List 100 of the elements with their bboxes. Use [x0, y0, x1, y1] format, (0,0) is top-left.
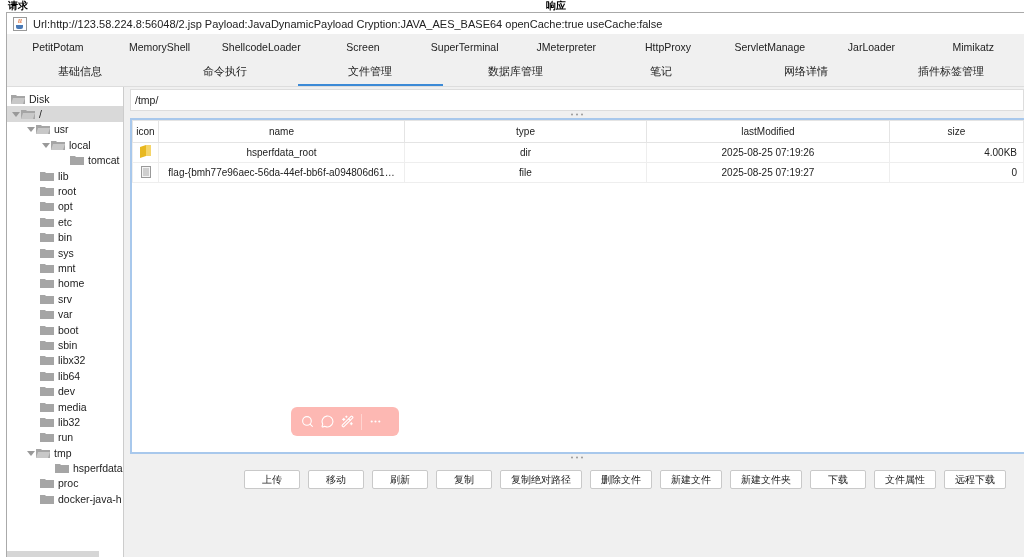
panel-heading: 请求: [8, 0, 28, 12]
column-header[interactable]: type: [404, 120, 647, 143]
table-cell: 4.00KB: [889, 142, 1024, 163]
tree-item[interactable]: root: [7, 183, 123, 199]
splitter-grip-icon[interactable]: [570, 456, 584, 459]
tree-item[interactable]: libx32: [7, 352, 123, 369]
folder-icon: [40, 370, 54, 381]
table-cell: hsperfdata_root: [158, 142, 405, 163]
folder-icon: [40, 216, 54, 227]
tree-item[interactable]: media: [7, 398, 123, 415]
window-title: Url:http://123.58.224.8:56048/2.jsp Payload:JavaDynamicPayload Cryption:JAVA_AES_BASE64 openCache:true useCache:false: [33, 17, 663, 30]
open-folder-icon: [36, 124, 50, 135]
scrollbar[interactable]: [7, 551, 99, 557]
tab[interactable]: 笔记: [588, 60, 734, 86]
table-cell: 2025-08-25 07:19:26: [646, 142, 890, 163]
tree-item[interactable]: lib: [7, 167, 123, 184]
magic-wand-icon[interactable]: [341, 415, 354, 428]
tree-item[interactable]: docker-java-h: [7, 491, 123, 507]
tree-item[interactable]: var: [7, 306, 123, 322]
plugin-tab[interactable]: JarLoader: [820, 38, 923, 56]
open-folder-icon: [21, 109, 35, 120]
tree-item[interactable]: etc: [7, 214, 123, 230]
folder-icon: [40, 416, 54, 427]
folder-icon: [40, 478, 54, 489]
action-button[interactable]: 复制: [436, 470, 492, 489]
folder-icon: [40, 324, 54, 335]
table-cell: 2025-08-25 07:19:27: [646, 162, 890, 183]
tab[interactable]: 数据库管理: [442, 60, 589, 86]
search-icon[interactable]: [301, 415, 314, 428]
folder-icon: [40, 309, 54, 320]
tree-item[interactable]: opt: [7, 198, 123, 215]
tree-item[interactable]: lib64: [7, 368, 123, 384]
tree-item[interactable]: local: [7, 137, 123, 153]
plugin-tab[interactable]: PetitPotam: [7, 38, 109, 56]
plugin-tab[interactable]: ShellcodeLoader: [210, 38, 313, 56]
folder-icon: [40, 432, 54, 443]
folder-icon: [40, 493, 54, 504]
tree-item[interactable]: tmp: [7, 445, 123, 461]
folder-icon: [40, 247, 54, 258]
column-header[interactable]: name: [158, 120, 405, 143]
plugin-tab[interactable]: JMeterpreter: [515, 38, 618, 56]
tree-item[interactable]: lib32: [7, 414, 123, 430]
folder-icon: [40, 278, 54, 289]
table-cell: file: [404, 162, 647, 183]
folder-icon: [70, 155, 84, 166]
column-header[interactable]: icon: [132, 120, 159, 143]
column-header[interactable]: lastModified: [646, 120, 890, 143]
tab[interactable]: 文件管理: [297, 60, 443, 86]
chat-bubble-icon[interactable]: [321, 415, 334, 428]
folder-icon: [40, 186, 54, 197]
tab[interactable]: 插件标签管理: [878, 60, 1024, 86]
plugin-tab[interactable]: HttpProxy: [617, 38, 719, 56]
table-cell: 0: [889, 162, 1024, 183]
column-header[interactable]: size: [889, 120, 1024, 143]
plugin-tab[interactable]: SuperTerminal: [413, 38, 516, 56]
folder-icon: [40, 170, 54, 181]
action-button[interactable]: 删除文件: [590, 470, 652, 489]
document-icon: [140, 165, 151, 178]
folder-icon: [40, 386, 54, 397]
open-folder-icon: [36, 447, 50, 458]
tree-item[interactable]: sbin: [7, 337, 123, 353]
open-folder-icon: [11, 93, 25, 104]
action-button[interactable]: 上传: [244, 470, 300, 489]
tree-item[interactable]: Disk: [7, 91, 123, 107]
tab[interactable]: 命令执行: [152, 60, 298, 86]
coffee-cup-icon: [13, 16, 27, 31]
action-button[interactable]: 新建文件: [660, 470, 722, 489]
tree-item[interactable]: hsperfdata: [7, 460, 123, 476]
tree-item[interactable]: bin: [7, 229, 123, 245]
action-button[interactable]: 文件属性: [874, 470, 936, 489]
action-button[interactable]: 下载: [810, 470, 866, 489]
action-button[interactable]: 新建文件夹: [730, 470, 802, 489]
tree-item[interactable]: usr: [7, 121, 123, 138]
action-button[interactable]: 刷新: [372, 470, 428, 489]
action-button[interactable]: 复制绝对路径: [500, 470, 582, 489]
folder-icon: [140, 145, 151, 158]
tree-item[interactable]: home: [7, 275, 123, 292]
tree-item[interactable]: tomcat: [7, 152, 123, 168]
tab[interactable]: 网络详情: [733, 60, 879, 86]
tree-item[interactable]: run: [7, 429, 123, 445]
tree-item[interactable]: mnt: [7, 260, 123, 276]
tree-item[interactable]: sys: [7, 244, 123, 261]
plugin-tab[interactable]: ServletManage: [718, 38, 821, 56]
plugin-tab[interactable]: MemoryShell: [108, 38, 211, 56]
tab[interactable]: 基础信息: [7, 60, 153, 86]
plugin-tab[interactable]: Screen: [312, 38, 414, 56]
folder-icon: [40, 232, 54, 243]
tree-item[interactable]: proc: [7, 475, 123, 492]
tree-item[interactable]: boot: [7, 321, 123, 338]
action-button[interactable]: 远程下载: [944, 470, 1006, 489]
tree-item[interactable]: dev: [7, 383, 123, 399]
path-field[interactable]: /tmp/: [130, 89, 1024, 111]
table-cell: dir: [404, 142, 647, 163]
plugin-tab[interactable]: Mimikatz: [922, 38, 1024, 56]
table-cell: flag-{bmh77e96aec-56da-44ef-bb6f-a094806d61…: [158, 162, 405, 183]
splitter-grip-icon[interactable]: [570, 113, 584, 116]
tree-item[interactable]: srv: [7, 291, 123, 307]
action-button[interactable]: 移动: [308, 470, 364, 489]
tree-item[interactable]: /: [7, 106, 123, 122]
folder-icon: [40, 339, 54, 350]
